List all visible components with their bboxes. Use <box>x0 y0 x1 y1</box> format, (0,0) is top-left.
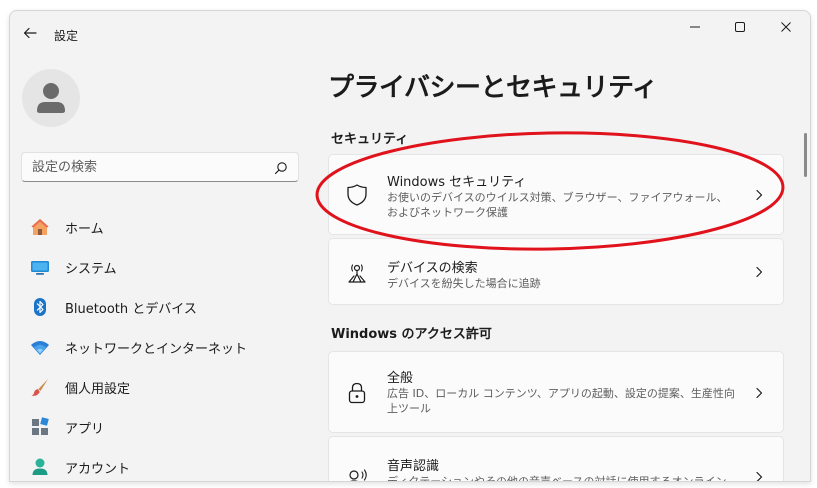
card-windows-security[interactable]: Windows セキュリティ お使いのデバイスのウイルス対策、ブラウザー、ファイ… <box>328 154 784 235</box>
sidebar-item-label: アプリ <box>65 421 105 437</box>
card-description: ディクテーションやその他の音声ベースの対話に使用するオンライン音声認識 <box>387 475 727 482</box>
sidebar-item-bluetooth[interactable]: Bluetooth とデバイス <box>19 287 299 327</box>
back-arrow-icon <box>23 27 37 39</box>
account-icon <box>30 457 50 477</box>
sidebar-item-label: ネットワークとインターネット <box>65 341 248 357</box>
sidebar-item-label: 個人用設定 <box>65 381 131 397</box>
user-avatar[interactable] <box>22 69 80 127</box>
sidebar-item-label: システム <box>65 261 117 277</box>
minimize-button[interactable] <box>673 11 717 43</box>
home-icon <box>30 217 50 237</box>
settings-window: 設定 設定の検索 ホーム システム Bluetooth とデバイス ネットワーク… <box>9 10 811 482</box>
card-general[interactable]: 全般 広告 ID、ローカル コンテンツ、アプリの起動、設定の提案、生産性向上ツー… <box>328 351 784 433</box>
title-bar: 設定 <box>10 11 810 57</box>
card-find-my-device[interactable]: デバイスの検索 デバイスを紛失した場合に追跡 <box>328 238 784 305</box>
personalization-icon <box>30 377 50 397</box>
sidebar-item-account[interactable]: アカウント <box>19 447 299 481</box>
chevron-right-icon <box>756 387 763 399</box>
sidebar-item-personalization[interactable]: 個人用設定 <box>19 367 299 407</box>
section-label-security: セキュリティ <box>331 132 409 147</box>
section-label-windows-permissions: Windows のアクセス許可 <box>331 327 492 342</box>
page-title: プライバシーとセキュリティ <box>328 73 658 103</box>
scrollbar-thumb[interactable] <box>804 133 807 177</box>
sidebar-item-apps[interactable]: アプリ <box>19 407 299 447</box>
sidebar-item-label: Bluetooth とデバイス <box>65 301 197 317</box>
avatar-icon <box>37 83 65 113</box>
card-title: 全般 <box>387 371 414 386</box>
sidebar-item-label: ホーム <box>65 221 104 237</box>
card-description: 広告 ID、ローカル コンテンツ、アプリの起動、設定の提案、生産性向上ツール <box>387 387 735 415</box>
minimize-icon <box>690 26 700 28</box>
lock-icon <box>345 381 369 405</box>
settings-search[interactable] <box>21 152 299 182</box>
maximize-button[interactable] <box>718 11 762 43</box>
network-icon <box>30 337 50 357</box>
sidebar-item-label: アカウント <box>65 461 131 477</box>
speech-icon <box>345 467 369 481</box>
chevron-right-icon <box>756 471 763 481</box>
chevron-right-icon <box>756 266 763 278</box>
card-title: 音声認識 <box>387 459 440 474</box>
card-speech[interactable]: 音声認識 ディクテーションやその他の音声ベースの対話に使用するオンライン音声認識 <box>328 436 784 482</box>
back-button[interactable] <box>20 23 40 43</box>
shield-icon <box>345 183 369 207</box>
chevron-right-icon <box>756 189 763 201</box>
close-button[interactable] <box>764 11 808 43</box>
search-icon <box>274 162 287 175</box>
card-description: デバイスを紛失した場合に追跡 <box>387 277 541 290</box>
maximize-icon <box>735 22 745 32</box>
app-title: 設定 <box>54 29 79 43</box>
apps-icon <box>30 417 50 437</box>
find-device-icon <box>345 261 369 285</box>
close-icon <box>781 22 791 32</box>
card-description: お使いのデバイスのウイルス対策、ブラウザー、ファイアウォール、およびネットワーク… <box>387 191 728 219</box>
bluetooth-icon <box>30 297 50 317</box>
search-input[interactable] <box>32 158 262 176</box>
sidebar-item-system[interactable]: システム <box>19 247 299 287</box>
system-icon <box>30 257 50 277</box>
sidebar-item-network[interactable]: ネットワークとインターネット <box>19 327 299 367</box>
sidebar-item-home[interactable]: ホーム <box>19 207 299 247</box>
sidebar-nav: ホーム システム Bluetooth とデバイス ネットワークとインターネット … <box>19 207 299 481</box>
card-title: Windows セキュリティ <box>387 175 527 190</box>
card-title: デバイスの検索 <box>387 261 478 276</box>
